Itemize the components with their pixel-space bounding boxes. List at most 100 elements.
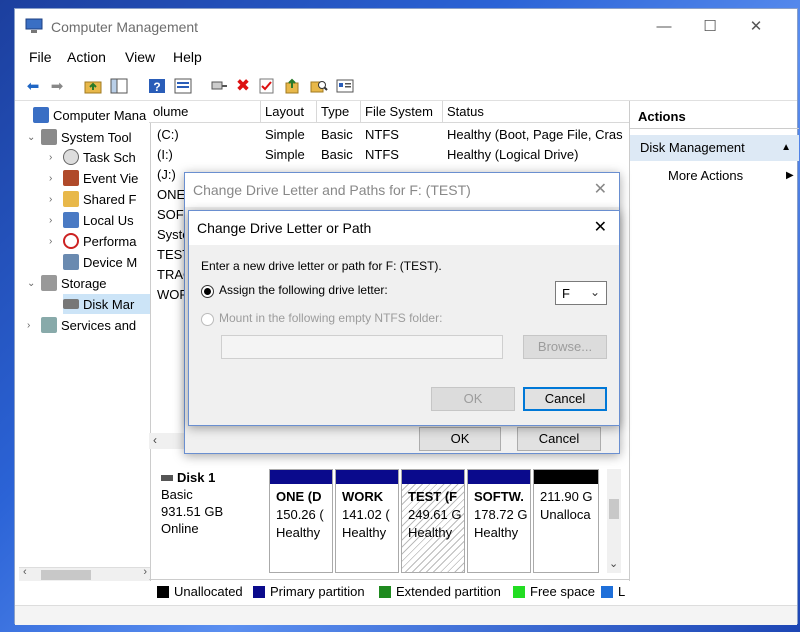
up-folder-icon[interactable] [83,76,103,96]
actions-disk-management[interactable]: Disk Management ▲ [630,135,799,161]
table-cell-layout: Simple [265,127,305,142]
mount-folder-label[interactable]: Mount in the following empty NTFS folder… [219,311,442,325]
back-arrow-icon[interactable]: ⬅ [23,76,43,96]
menu-action[interactable]: Action [67,49,106,65]
partition-size: 141.02 ( [342,507,390,522]
disk-vertical-scrollbar[interactable]: ⌄ [607,469,621,573]
chevron-down-icon: ⌄ [589,285,600,299]
scroll-right-icon[interactable]: › [143,566,147,578]
maximize-button[interactable]: ☐ [687,13,733,41]
legend-swatch [601,585,613,598]
users-icon [63,212,79,228]
legend-logical: L [601,584,625,599]
inner-cancel-button[interactable]: Cancel [523,387,607,411]
shared-folder-icon [63,191,79,207]
menu-file[interactable]: File [29,49,52,65]
chevron-right-icon[interactable]: › [49,152,61,163]
mount-folder-input[interactable] [221,335,503,359]
tree-item-label: Event Vie [83,170,139,186]
partition-size: 150.26 ( [276,507,324,522]
tree-item-label: Performa [83,233,137,249]
column-header-file-system[interactable]: File System [361,101,443,123]
assign-letter-label[interactable]: Assign the following drive letter: [219,283,388,297]
help-icon[interactable]: ? [147,76,167,96]
collapse-up-icon[interactable]: ▲ [781,135,791,161]
minimize-button[interactable]: — [641,13,687,41]
table-cell-fs: NTFS [365,147,399,162]
search-folder-icon[interactable] [309,76,329,96]
performance-icon [63,233,79,249]
mount-folder-radio[interactable] [201,313,214,326]
tree-item-services[interactable]: › Services and [27,315,136,335]
column-header-status[interactable]: Status [443,101,629,123]
column-header-volume[interactable]: olume [149,101,261,123]
close-icon[interactable]: ✕ [594,173,607,207]
chevron-right-icon[interactable]: › [49,215,61,226]
close-icon[interactable]: ✕ [594,211,607,245]
close-button[interactable]: ✕ [733,13,779,41]
partition-status: Healthy [474,525,519,540]
tree-horizontal-scrollbar[interactable]: ‹ › [19,566,150,581]
table-cell-volume: (I:) [157,147,173,162]
tree-item-system-tools[interactable]: ⌄ System Tool [27,127,132,147]
chevron-down-icon[interactable]: ⌄ [27,278,39,289]
chevron-down-icon[interactable]: ⌄ [27,132,39,143]
tree-item-device-manager[interactable]: Device M [63,252,137,272]
drive-letter-select[interactable]: F ⌄ [555,281,607,305]
table-row[interactable]: (I:) Simple Basic NTFS Healthy (Logical Driv… [149,145,629,165]
partition-work[interactable]: WORK 141.02 (Healthy [335,469,399,573]
scrollbar-thumb[interactable] [609,499,619,519]
partition-software[interactable]: SOFTW. 178.72 G Healthy [467,469,531,573]
chevron-right-icon[interactable]: › [27,320,39,331]
partition-status: Healthy [342,525,387,540]
scrollbar-thumb[interactable] [41,570,91,580]
partition-size: 178.72 G [474,507,528,522]
change-drive-letter-or-path-dialog: Change Drive Letter or Path ✕ Enter a ne… [188,210,620,426]
browse-button[interactable]: Browse... [523,335,607,359]
table-row[interactable]: (C:) Simple Basic NTFS Healthy (Boot, Page F… [149,125,629,145]
assign-letter-radio[interactable] [201,285,214,298]
inner-ok-button[interactable]: OK [431,387,515,411]
scroll-left-icon[interactable]: ‹ [153,433,157,447]
disk-info[interactable]: Disk 1 Basic 931.51 GB Online [161,469,265,573]
actions-section-label: Disk Management [640,140,745,155]
tree-item-disk-management[interactable]: Disk Mar [63,294,150,314]
tree-item-local-users[interactable]: › Local Us [49,210,134,230]
chevron-right-icon[interactable]: › [49,236,61,247]
disk-type: Basic [161,487,193,502]
legend-swatch [157,585,169,598]
disk-drive-icon [161,474,173,481]
checkmark-icon[interactable] [257,76,277,96]
tree-item-task-scheduler[interactable]: › Task Sch [49,147,136,167]
outer-cancel-button[interactable]: Cancel [517,427,601,451]
export-icon[interactable] [283,76,303,96]
partition-test-selected[interactable]: TEST (F 249.61 G Healthy [401,469,465,573]
device-manager-icon [63,254,79,270]
partition-one[interactable]: ONE (D 150.26 (Healthy [269,469,333,573]
scroll-left-icon[interactable]: ‹ [23,566,27,578]
tree-item-computer-management[interactable]: Computer Mana [19,105,146,125]
more-actions-item[interactable]: More Actions [668,165,743,187]
tree-item-performance[interactable]: › Performa [49,231,136,251]
partition-unallocated[interactable]: 211.90 G Unalloca [533,469,599,573]
column-header-type[interactable]: Type [317,101,361,123]
disk-map: Disk 1 Basic 931.51 GB Online ONE (D 150.… [149,459,629,579]
show-hide-tree-icon[interactable] [109,76,129,96]
console-view-icon[interactable] [173,76,193,96]
column-header-layout[interactable]: Layout [261,101,317,123]
inner-dialog-title-bar: Change Drive Letter or Path ✕ [189,211,619,245]
tree-item-storage[interactable]: ⌄ Storage [27,273,107,293]
tree-item-event-viewer[interactable]: › Event Vie [49,168,138,188]
menu-view[interactable]: View [125,49,155,65]
chevron-right-icon[interactable]: › [49,173,61,184]
chevron-right-icon[interactable]: › [49,194,61,205]
tree-item-shared-folders[interactable]: › Shared F [49,189,136,209]
connect-icon[interactable] [209,76,229,96]
outer-ok-button[interactable]: OK [419,427,501,451]
submenu-arrow-icon[interactable]: ▶ [786,165,794,187]
menu-help[interactable]: Help [173,49,202,65]
delete-icon[interactable]: ✖ [233,76,253,96]
scroll-down-icon[interactable]: ⌄ [609,557,618,570]
properties-icon[interactable] [335,76,355,96]
forward-arrow-icon[interactable]: ➡ [47,76,67,96]
